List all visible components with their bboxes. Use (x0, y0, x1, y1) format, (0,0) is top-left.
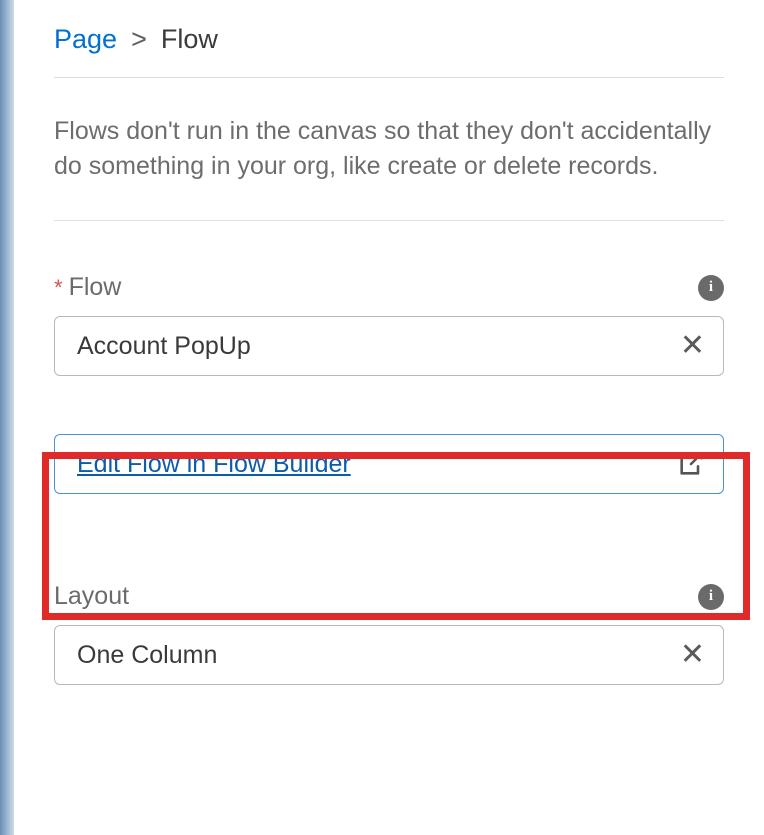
clear-icon[interactable]: ✕ (680, 640, 705, 670)
layout-label-text: Layout (54, 582, 129, 611)
flow-label-row: * Flow i (54, 273, 724, 302)
external-link-icon (677, 450, 705, 478)
breadcrumb-current: Flow (161, 24, 218, 55)
flow-label-text: Flow (69, 273, 122, 302)
layout-field-group: Layout i One Column ✕ (54, 582, 724, 685)
layout-selected-value: One Column (77, 641, 217, 670)
info-icon[interactable]: i (698, 584, 724, 610)
flow-properties-panel: Page > Flow Flows don't run in the canva… (14, 0, 764, 835)
edit-flow-link-text: Edit Flow in Flow Builder (77, 450, 351, 479)
layout-label: Layout (54, 582, 129, 611)
edit-flow-button[interactable]: Edit Flow in Flow Builder (54, 434, 724, 494)
layout-label-row: Layout i (54, 582, 724, 611)
flow-description-text: Flows don't run in the canvas so that th… (54, 78, 724, 221)
left-panel-edge (0, 0, 14, 835)
breadcrumb-separator: > (131, 24, 147, 55)
flow-field-group: * Flow i Account PopUp ✕ (54, 273, 724, 376)
required-star-icon: * (54, 275, 63, 301)
info-icon[interactable]: i (698, 275, 724, 301)
breadcrumb-parent-link[interactable]: Page (54, 24, 117, 55)
clear-icon[interactable]: ✕ (680, 331, 705, 361)
breadcrumb: Page > Flow (54, 20, 724, 78)
flow-selected-value: Account PopUp (77, 332, 251, 361)
flow-select-input[interactable]: Account PopUp ✕ (54, 316, 724, 376)
layout-select-input[interactable]: One Column ✕ (54, 625, 724, 685)
flow-label: * Flow (54, 273, 121, 302)
